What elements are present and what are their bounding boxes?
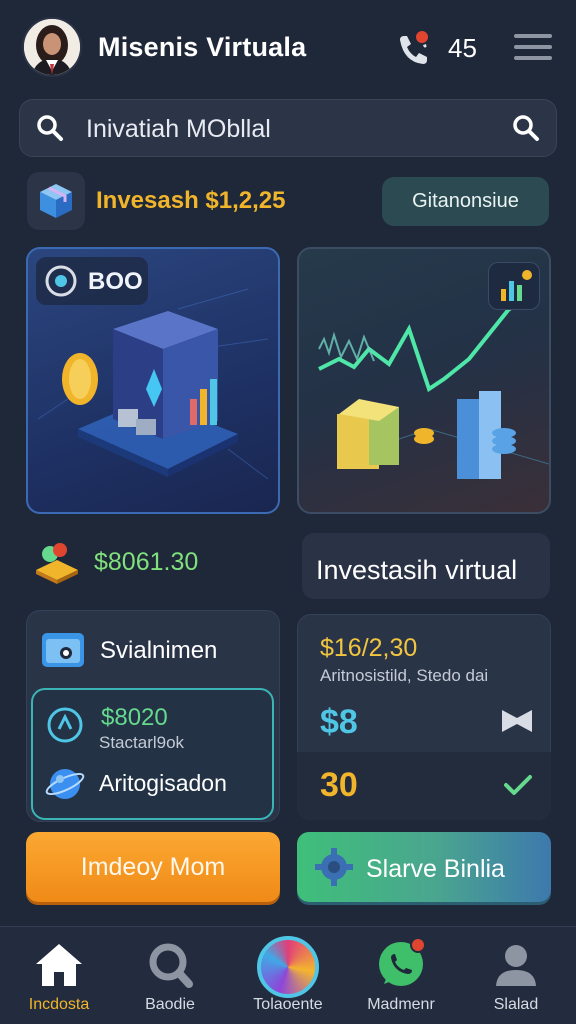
search-icon[interactable]: [143, 938, 197, 992]
panel-right-value: $8: [320, 703, 358, 741]
bowtie-icon[interactable]: [500, 708, 534, 734]
panel-right-number: 30: [320, 766, 358, 804]
invest-label: Invesash $1,2,25: [96, 187, 286, 214]
gear-icon: [312, 845, 356, 889]
profile-icon[interactable]: [489, 938, 543, 992]
island-icon: [30, 534, 84, 588]
nav-label-search[interactable]: Baodie: [115, 996, 225, 1014]
boo-label: BOO: [88, 268, 143, 295]
nav-label-profile[interactable]: Slalad: [461, 996, 571, 1014]
app-title: Misenis Virtuala: [98, 32, 307, 62]
search-submit-icon[interactable]: [512, 114, 540, 142]
balance-amount: $8061.30: [94, 548, 199, 576]
header-count: 45: [448, 33, 477, 63]
inner-subtitle: Stactarl9ok: [99, 733, 185, 752]
inner-amount: $8020: [101, 704, 168, 731]
color-wheel-icon[interactable]: [257, 936, 319, 998]
globe-icon: [45, 764, 85, 804]
nav-label-home[interactable]: Incdosta: [4, 996, 114, 1014]
search-input[interactable]: Inivatiah MObllal: [86, 115, 271, 144]
check-icon[interactable]: [503, 772, 533, 798]
cube-icon: [27, 172, 85, 230]
lock-icon: [45, 705, 85, 745]
chat-badge: [410, 937, 426, 953]
home-icon[interactable]: [32, 938, 86, 992]
primary-action-button[interactable]: Imdeoy Mom: [26, 832, 280, 902]
investasi-label: Investasih virtual: [316, 555, 518, 585]
inner-label: Aritogisadon: [99, 770, 227, 796]
panel-left-title: Svialnimen: [100, 637, 218, 664]
menu-icon[interactable]: [514, 34, 552, 62]
panel-right-amount: $16/2,30: [320, 634, 418, 662]
folder-icon: [40, 629, 88, 671]
secondary-action-label: Slarve Binlia: [366, 855, 505, 883]
nav-label-chat[interactable]: Madmenr: [346, 996, 456, 1014]
avatar[interactable]: [22, 17, 82, 77]
nav-label-center[interactable]: Tolaoente: [233, 996, 343, 1014]
notification-badge: [414, 29, 430, 45]
panel-right-subtitle: Aritnosistild, Stedo dai: [320, 666, 489, 685]
search-icon: [36, 114, 64, 142]
coin-icon: [44, 264, 78, 298]
gitanonsiue-button[interactable]: Gitanonsiue: [382, 177, 549, 226]
chart-icon[interactable]: [488, 262, 540, 310]
